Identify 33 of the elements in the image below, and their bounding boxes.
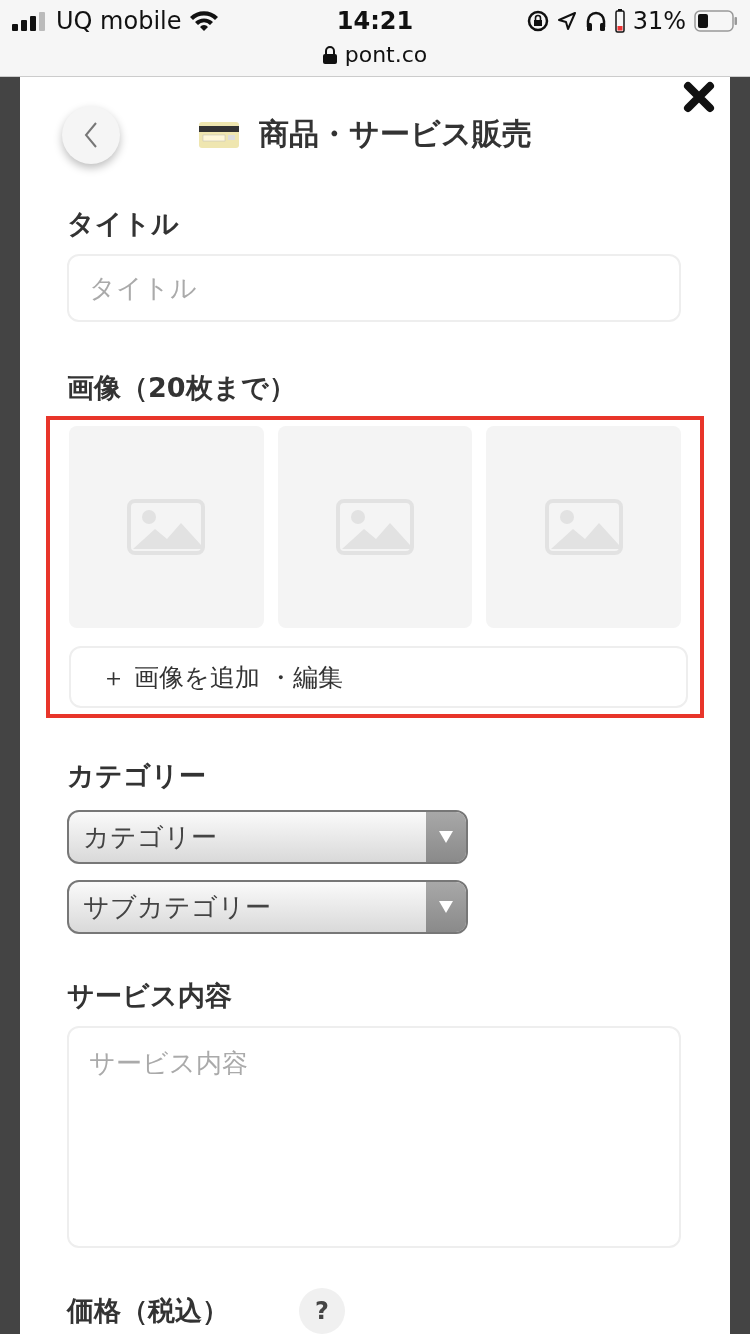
field-label: サービス内容	[67, 979, 233, 1013]
category-select[interactable]: サブカテゴリー	[67, 880, 468, 934]
headphones-icon	[584, 10, 607, 32]
field-label: 価格（税込）	[67, 1294, 229, 1328]
field-label: カテゴリー	[67, 759, 207, 793]
battery-icon	[694, 9, 738, 33]
image-slot[interactable]	[486, 426, 681, 628]
image-slot[interactable]	[69, 426, 264, 628]
carrier-name: UQ mobile	[56, 7, 182, 35]
credit-card-icon	[199, 120, 239, 149]
signal-icon	[12, 11, 48, 31]
rotation-lock-icon	[526, 10, 549, 32]
low-battery-icon	[614, 9, 625, 33]
clock-time: 14:21	[336, 7, 414, 35]
battery-percent: 31%	[632, 7, 686, 35]
title-input-field[interactable]: タイトル	[67, 254, 681, 322]
back-icon	[84, 121, 98, 148]
category-select[interactable]: カテゴリー	[67, 810, 468, 864]
url-text[interactable]: pont.co	[344, 42, 428, 67]
back-button[interactable]	[62, 105, 120, 164]
lock-icon	[322, 45, 337, 64]
page-title: 商品・サービス販売	[259, 115, 532, 153]
image-slot[interactable]	[277, 426, 473, 628]
description-text-area[interactable]: サービス内容	[67, 1026, 681, 1248]
field-label: タイトル	[67, 207, 180, 241]
dropdown-arrow-icon	[439, 901, 453, 913]
help-button[interactable]: ?	[299, 1288, 345, 1334]
location-icon	[556, 11, 577, 31]
wifi-icon	[189, 10, 220, 32]
add-image-button[interactable]: ＋ 画像を追加 ・編集	[69, 646, 688, 708]
dropdown-arrow-icon	[439, 831, 453, 843]
field-label: 画像（20枚まで）	[67, 371, 297, 405]
close-icon[interactable]	[683, 81, 715, 113]
